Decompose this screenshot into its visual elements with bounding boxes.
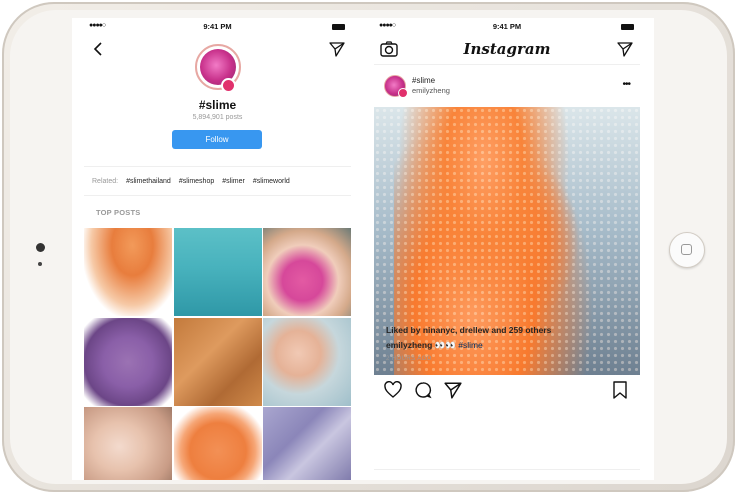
caption-emoji: 👀👀 (434, 340, 456, 350)
post-hashtag[interactable]: #slime (412, 76, 435, 85)
hashtag-header: #slime 5,894,901 posts Follow (84, 44, 351, 182)
next-post-divider (374, 469, 640, 480)
post-timestamp: 2 HOURS AGO (386, 356, 432, 362)
more-dots-icon: ••• (622, 79, 630, 90)
post-username[interactable]: emilyzheng (412, 86, 450, 95)
paper-plane-icon (444, 382, 462, 399)
home-button[interactable] (669, 232, 705, 268)
comment-icon (415, 382, 432, 399)
post-tile[interactable] (84, 317, 172, 406)
post-actions (374, 375, 640, 405)
status-time: 9:41 PM (203, 22, 232, 31)
chevron-left-icon (93, 42, 102, 56)
direct-message-button[interactable] (616, 40, 634, 58)
post-tile[interactable] (173, 317, 262, 406)
post-tile[interactable] (173, 407, 262, 480)
post-header: #slime emilyzheng ••• (374, 64, 640, 107)
comment-button[interactable] (414, 381, 432, 399)
likes-line[interactable]: Liked by ninanyc, drellew and 259 others (386, 325, 551, 335)
caption-username[interactable]: emilyzheng (386, 340, 432, 350)
paper-plane-icon (617, 42, 633, 57)
hashtag-page: ●●●●○ 9:41 PM #slime 5,894,901 posts Fol… (84, 18, 351, 480)
hashtag-title: #slime (198, 98, 237, 112)
save-button[interactable] (612, 381, 630, 399)
light-sensor (38, 262, 42, 266)
battery-icon (621, 24, 634, 30)
post-caption: emilyzheng 👀👀 #slime (386, 340, 483, 351)
top-posts-heading: TOP POSTS (96, 208, 141, 217)
bookmark-icon (613, 381, 627, 399)
tablet-screen: ●●●●○ 9:41 PM #slime 5,894,901 posts Fol… (72, 18, 654, 480)
related-tag[interactable]: #slimeworld (253, 178, 290, 185)
paper-plane-icon (329, 42, 345, 57)
status-bar: ●●●●○ 9:41 PM (374, 18, 640, 34)
share-post-button[interactable] (444, 381, 462, 399)
home-square-icon (681, 244, 692, 255)
instagram-logo: Instagram (463, 40, 551, 58)
share-button[interactable] (329, 41, 345, 57)
more-options-button[interactable]: ••• (622, 79, 630, 90)
like-button[interactable] (384, 381, 402, 399)
caption-hashtag[interactable]: #slime (458, 340, 483, 350)
related-tag[interactable]: #slimethailand (126, 178, 171, 185)
posts-count: 5,894,901 posts (192, 114, 243, 121)
related-label: Related: (92, 177, 119, 185)
post-tile[interactable] (84, 228, 172, 316)
story-badge (221, 78, 236, 93)
follow-button[interactable]: Follow (172, 130, 262, 149)
related-hashtags: Related: #slimethailand #slimeshop #slim… (84, 166, 351, 196)
front-camera (36, 243, 45, 252)
top-posts-grid (84, 228, 351, 480)
feed-post-page: ●●●●○ 9:41 PM Instagram #slime emilyzhen… (374, 18, 640, 480)
post-tile[interactable] (263, 407, 351, 480)
related-tag[interactable]: #slimeshop (179, 178, 214, 185)
heart-icon (384, 381, 402, 398)
back-button[interactable] (90, 41, 106, 57)
post-tile[interactable] (84, 407, 172, 480)
battery-icon (332, 24, 345, 30)
hashtag-badge (398, 88, 408, 98)
instagram-navbar: Instagram (374, 34, 640, 64)
status-bar: ●●●●○ 9:41 PM (84, 18, 351, 34)
post-tile[interactable] (263, 317, 351, 406)
status-time: 9:41 PM (492, 22, 522, 31)
post-tile[interactable] (263, 228, 351, 316)
related-tag[interactable]: #slimer (222, 178, 245, 185)
post-tile[interactable] (173, 228, 262, 316)
